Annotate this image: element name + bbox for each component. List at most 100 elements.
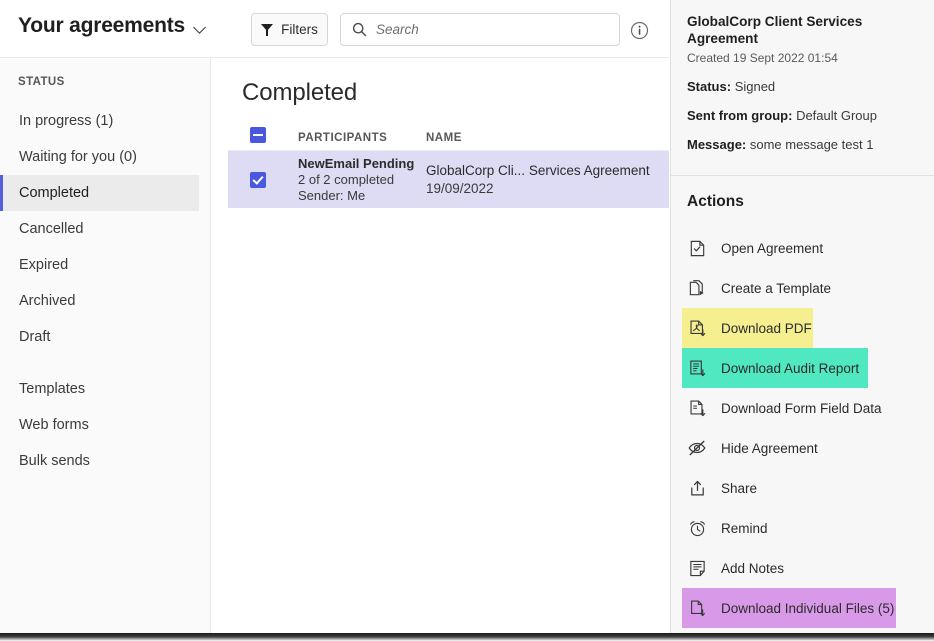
sidebar-item-draft[interactable]: Draft bbox=[0, 319, 199, 355]
row-checkbox[interactable] bbox=[250, 171, 266, 188]
action-open-agreement[interactable]: Open Agreement bbox=[682, 228, 896, 268]
action-share[interactable]: Share bbox=[682, 468, 896, 508]
info-circle-icon[interactable] bbox=[630, 21, 649, 40]
row-select-cell bbox=[228, 171, 298, 188]
participant-name: NewEmail Pending bbox=[298, 155, 415, 171]
agreements-app: Your agreements Filters ST bbox=[0, 0, 934, 633]
agreements-table: PARTICIPANTS NAME NewEmail Pending 2 of … bbox=[228, 125, 669, 208]
participant-progress: 2 of 2 completed bbox=[298, 171, 395, 187]
meta-value: Signed bbox=[734, 79, 776, 94]
sidebar-item-bulk-sends[interactable]: Bulk sends bbox=[0, 443, 199, 479]
top-toolbar: Your agreements Filters bbox=[0, 0, 669, 58]
sidebar-item-templates[interactable]: Templates bbox=[0, 371, 199, 407]
action-label: Share bbox=[721, 480, 758, 496]
sidebar-item-cancelled[interactable]: Cancelled bbox=[0, 211, 199, 247]
action-add-notes[interactable]: Add Notes bbox=[682, 548, 896, 588]
document-copy-icon bbox=[687, 278, 707, 298]
filter-funnel-icon bbox=[261, 23, 274, 36]
search-box[interactable] bbox=[340, 13, 620, 46]
sidebar-item-waiting-for-you[interactable]: Waiting for you (0) bbox=[0, 139, 199, 175]
action-label: Create a Template bbox=[721, 280, 832, 296]
sidebar: STATUS In progress (1) Waiting for you (… bbox=[0, 59, 211, 633]
action-download-pdf[interactable]: Download PDF bbox=[682, 308, 813, 348]
main-content: Completed PARTICIPANTS NAME NewEmail Pen… bbox=[212, 59, 669, 633]
action-label: Remind bbox=[721, 520, 768, 536]
sidebar-item-label: Bulk sends bbox=[19, 453, 90, 469]
action-download-audit-report[interactable]: Download Audit Report bbox=[682, 348, 868, 388]
table-row[interactable]: NewEmail Pending 2 of 2 completed Sender… bbox=[228, 151, 669, 208]
sidebar-section-label: STATUS bbox=[18, 76, 65, 88]
action-label: Download Individual Files (5) bbox=[721, 600, 895, 616]
action-create-template[interactable]: Create a Template bbox=[682, 268, 896, 308]
detail-meta-group: Sent from group: Default Group bbox=[687, 108, 918, 123]
sidebar-item-label: Cancelled bbox=[19, 221, 84, 237]
audit-report-download-icon bbox=[687, 358, 707, 378]
detail-meta-message: Message: some message test 1 bbox=[687, 137, 918, 152]
page-title: Your agreements bbox=[18, 14, 185, 37]
sidebar-item-in-progress[interactable]: In progress (1) bbox=[0, 103, 199, 139]
search-icon bbox=[352, 22, 367, 37]
notes-icon bbox=[687, 558, 707, 578]
filters-button[interactable]: Filters bbox=[251, 13, 328, 46]
sidebar-item-archived[interactable]: Archived bbox=[0, 283, 199, 319]
meta-key: Sent from group: bbox=[687, 108, 793, 123]
meta-value: some message test 1 bbox=[749, 137, 874, 152]
agreement-name: GlobalCorp Cli... Services Agreement bbox=[426, 162, 666, 180]
meta-key: Message: bbox=[687, 137, 747, 152]
agreement-name-overflow: Services Agreement bbox=[528, 162, 650, 178]
panel-divider bbox=[671, 175, 934, 176]
sidebar-item-label: Draft bbox=[19, 329, 51, 345]
action-label: Add Notes bbox=[721, 560, 785, 576]
participant-sender: Sender: Me bbox=[298, 187, 366, 203]
sidebar-item-label: Expired bbox=[19, 257, 69, 273]
eye-slash-icon bbox=[687, 438, 707, 458]
action-hide-agreement[interactable]: Hide Agreement bbox=[682, 428, 896, 468]
column-header-name: NAME bbox=[426, 131, 462, 144]
sidebar-item-label: Web forms bbox=[19, 417, 89, 433]
action-label: Open Agreement bbox=[721, 240, 824, 256]
search-input[interactable] bbox=[374, 21, 610, 38]
cell-name: GlobalCorp Cli... Services Agreement 19/… bbox=[426, 162, 666, 198]
agreement-date: 19/09/2022 bbox=[426, 180, 494, 196]
cell-participants: NewEmail Pending 2 of 2 completed Sender… bbox=[298, 156, 426, 204]
sidebar-item-label: Completed bbox=[19, 185, 90, 201]
detail-title: GlobalCorp Client Services Agreement bbox=[687, 14, 863, 46]
sidebar-item-completed[interactable]: Completed bbox=[0, 175, 199, 211]
action-download-form-field-data[interactable]: Download Form Field Data bbox=[682, 388, 896, 428]
detail-header: GlobalCorp Client Services Agreement Cre… bbox=[671, 0, 934, 168]
sidebar-item-label: Templates bbox=[19, 381, 86, 397]
sidebar-item-label: Waiting for you (0) bbox=[19, 149, 137, 165]
action-label: Download Form Field Data bbox=[721, 400, 882, 416]
sidebar-item-label: Archived bbox=[19, 293, 76, 309]
select-all-cell bbox=[228, 127, 298, 148]
sidebar-item-expired[interactable]: Expired bbox=[0, 247, 199, 283]
form-data-download-icon bbox=[687, 398, 707, 418]
action-label: Download PDF bbox=[721, 320, 812, 336]
chevron-down-icon bbox=[194, 21, 208, 35]
action-download-individual-files[interactable]: Download Individual Files (5) bbox=[682, 588, 896, 628]
file-download-icon bbox=[687, 598, 707, 618]
sidebar-item-label: In progress (1) bbox=[19, 113, 114, 129]
actions-list: Open Agreement Create a Template Downloa… bbox=[682, 228, 930, 628]
sidebar-nav: In progress (1) Waiting for you (0) Comp… bbox=[0, 103, 211, 479]
share-upload-icon bbox=[687, 478, 707, 498]
meta-value: Default Group bbox=[796, 108, 877, 123]
column-header-participants: PARTICIPANTS bbox=[298, 131, 388, 144]
sidebar-item-web-forms[interactable]: Web forms bbox=[0, 407, 199, 443]
sidebar-divider-gap bbox=[0, 355, 211, 371]
detail-created-date: Created 19 Sept 2022 01:54 bbox=[687, 51, 838, 65]
actions-heading: Actions bbox=[687, 193, 744, 210]
agreement-name-truncated: GlobalCorp Cli... bbox=[426, 162, 526, 178]
pdf-download-icon bbox=[687, 318, 707, 338]
main-heading: Completed bbox=[242, 79, 358, 106]
detail-meta-status: Status: Signed bbox=[687, 79, 918, 94]
filters-button-label: Filters bbox=[281, 22, 318, 37]
action-label: Download Audit Report bbox=[721, 360, 860, 376]
meta-key: Status: bbox=[687, 79, 732, 94]
document-check-icon bbox=[687, 238, 707, 258]
alarm-clock-icon bbox=[687, 518, 707, 538]
page-title-dropdown[interactable]: Your agreements bbox=[18, 14, 208, 38]
window-bottom-shadow bbox=[0, 633, 934, 641]
action-remind[interactable]: Remind bbox=[682, 508, 896, 548]
select-all-checkbox[interactable] bbox=[250, 127, 266, 143]
